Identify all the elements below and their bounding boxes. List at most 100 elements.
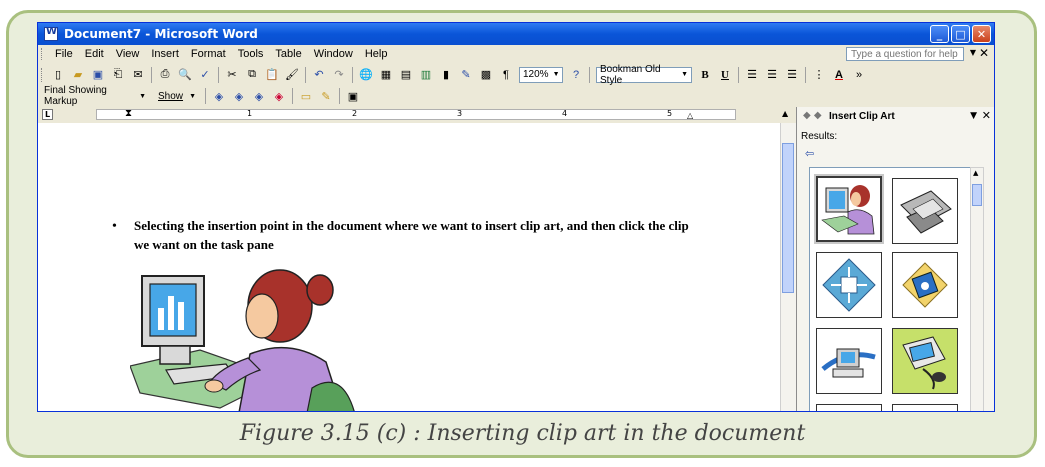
- accept-change-icon[interactable]: ◈: [251, 88, 267, 104]
- clip-thumbnail-circuit[interactable]: [816, 252, 882, 318]
- scroll-up-icon[interactable]: ▲: [782, 109, 788, 118]
- clip-results-grid: [809, 167, 971, 411]
- back-forward-icon[interactable]: ◆ ◆: [803, 110, 822, 121]
- clip-thumbnail-mouse-computer[interactable]: [892, 328, 958, 394]
- format-painter-icon[interactable]: 🖌: [284, 67, 300, 83]
- tab-selector-icon[interactable]: L: [42, 109, 53, 120]
- previous-change-icon[interactable]: ◈: [211, 88, 227, 104]
- clip-thumbnail-woman-computer[interactable]: [814, 174, 884, 244]
- cut-icon[interactable]: ✂: [224, 67, 240, 83]
- right-indent-icon[interactable]: △: [687, 111, 693, 120]
- ruler-number: 4: [562, 109, 568, 118]
- numbering-icon[interactable]: ⋮: [811, 67, 827, 83]
- menu-tools[interactable]: Tools: [232, 48, 270, 60]
- scroll-thumb[interactable]: [972, 184, 982, 206]
- scroll-up-icon[interactable]: ▲: [973, 169, 978, 177]
- font-select[interactable]: Bookman Old Style ▼: [596, 64, 692, 86]
- separator: [151, 66, 152, 83]
- columns-icon[interactable]: ▮: [438, 67, 454, 83]
- open-icon[interactable]: ▰: [70, 67, 86, 83]
- paste-icon[interactable]: 📋: [264, 67, 280, 83]
- ruler-number: 5: [667, 109, 673, 118]
- menu-help[interactable]: Help: [359, 48, 394, 60]
- clip-art-image[interactable]: [130, 258, 360, 412]
- insert-excel-icon[interactable]: ▥: [418, 67, 434, 83]
- separator: [305, 66, 306, 83]
- clip-results-scrollbar[interactable]: ▲: [970, 167, 984, 411]
- help-icon[interactable]: ?: [568, 67, 584, 83]
- clip-thumbnail-computer-network[interactable]: [816, 328, 882, 394]
- toolbar-options-icon[interactable]: »: [851, 67, 867, 83]
- back-to-search-icon[interactable]: ⇦: [805, 147, 814, 160]
- horizontal-ruler[interactable]: 1 2 3 4 5 ⧗ △: [96, 108, 736, 120]
- bold-button[interactable]: B: [697, 67, 713, 83]
- save-icon[interactable]: ▣: [90, 67, 106, 83]
- clip-thumbnail-partial[interactable]: [816, 404, 882, 411]
- copy-icon[interactable]: ⧉: [244, 67, 260, 83]
- print-preview-icon[interactable]: 🔍: [177, 67, 193, 83]
- separator: [738, 66, 739, 83]
- spelling-icon[interactable]: ✓: [197, 67, 213, 83]
- underline-button[interactable]: U: [717, 67, 733, 83]
- document-text[interactable]: Selecting the insertion point in the doc…: [134, 216, 694, 254]
- chevron-down-icon: ▼: [552, 71, 560, 78]
- align-center-icon[interactable]: ☰: [764, 67, 780, 83]
- insert-comment-icon[interactable]: ▭: [298, 88, 314, 104]
- title-bar: Document7 - Microsoft Word _ □ ✕: [38, 23, 994, 45]
- hyperlink-icon[interactable]: 🌐: [358, 67, 374, 83]
- word-app-icon[interactable]: [44, 26, 58, 41]
- clip-thumbnail-floppy-disk[interactable]: [892, 252, 958, 318]
- markup-select[interactable]: Final Showing Markup ▼: [41, 85, 149, 107]
- tables-borders-icon[interactable]: ▦: [378, 67, 394, 83]
- close-button[interactable]: ✕: [972, 25, 991, 43]
- menu-file[interactable]: File: [49, 48, 79, 60]
- menu-window[interactable]: Window: [308, 48, 359, 60]
- redo-icon[interactable]: ↷: [331, 67, 347, 83]
- toolbar-grip[interactable]: [41, 67, 45, 82]
- font-color-icon[interactable]: A: [831, 67, 847, 83]
- clip-thumbnail-scanner[interactable]: [892, 178, 958, 244]
- menu-view[interactable]: View: [110, 48, 146, 60]
- menu-bar: File Edit View Insert Format Tools Table…: [38, 45, 994, 63]
- zoom-select[interactable]: 120% ▼: [519, 66, 563, 83]
- separator: [205, 88, 206, 104]
- new-icon[interactable]: ▯: [50, 67, 66, 83]
- task-pane-close-icon[interactable]: ✕: [982, 109, 991, 122]
- print-icon[interactable]: ⎙: [157, 67, 173, 83]
- highlight-icon[interactable]: ✎: [318, 88, 334, 104]
- menu-grip[interactable]: [41, 48, 45, 60]
- separator: [292, 88, 293, 104]
- indent-marker-icon[interactable]: ⧗: [125, 108, 132, 119]
- justify-icon[interactable]: ☰: [784, 67, 800, 83]
- document-map-icon[interactable]: ▩: [478, 67, 494, 83]
- standard-toolbar: ▯ ▰ ▣ ⎗ ✉ ⎙ 🔍 ✓ ✂ ⧉ 📋 🖌 ↶ ↷ 🌐 ▦ ▤ ▥ ▮ ✎ …: [38, 63, 994, 86]
- undo-icon[interactable]: ↶: [311, 67, 327, 83]
- help-dropdown-icon[interactable]: ▼: [970, 48, 976, 57]
- reject-change-icon[interactable]: ◈: [271, 88, 287, 104]
- clip-thumbnail-partial[interactable]: [892, 404, 958, 411]
- next-change-icon[interactable]: ◈: [231, 88, 247, 104]
- reviewing-pane-icon[interactable]: ▣: [345, 88, 361, 104]
- drawing-icon[interactable]: ✎: [458, 67, 474, 83]
- window-title: Document7 - Microsoft Word: [64, 27, 258, 41]
- align-left-icon[interactable]: ☰: [744, 67, 760, 83]
- restore-button[interactable]: □: [951, 25, 970, 43]
- show-menu[interactable]: Show ▼: [155, 88, 199, 104]
- scroll-thumb[interactable]: [782, 143, 794, 293]
- close-document-icon[interactable]: ✕: [979, 46, 989, 60]
- chevron-down-icon: ▼: [189, 92, 196, 100]
- menu-format[interactable]: Format: [185, 48, 232, 60]
- help-search-input[interactable]: [846, 47, 964, 61]
- vertical-ruler[interactable]: [38, 123, 53, 411]
- show-hide-icon[interactable]: ¶: [498, 67, 514, 83]
- minimize-button[interactable]: _: [930, 25, 949, 43]
- email-icon[interactable]: ✉: [130, 67, 146, 83]
- menu-table[interactable]: Table: [269, 48, 307, 60]
- menu-edit[interactable]: Edit: [79, 48, 110, 60]
- permission-icon[interactable]: ⎗: [110, 67, 126, 83]
- document-scrollbar[interactable]: [780, 123, 796, 411]
- insert-table-icon[interactable]: ▤: [398, 67, 414, 83]
- task-pane-menu-icon[interactable]: ▼: [970, 111, 977, 121]
- menu-insert[interactable]: Insert: [145, 48, 185, 60]
- separator: [218, 66, 219, 83]
